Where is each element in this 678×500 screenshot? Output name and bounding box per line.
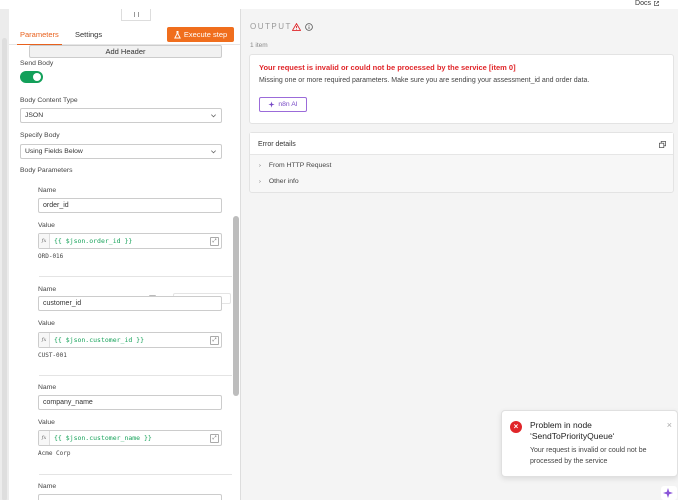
tab-settings[interactable]: Settings [75, 30, 102, 39]
send-body-toggle[interactable] [20, 71, 43, 83]
body-parameters-label: Body Parameters [20, 167, 73, 174]
error-toast: × Problem in node ‘SendToPriorityQueue‘ … [501, 410, 678, 477]
expression-result: Acme Corp [38, 450, 71, 457]
param-value-label: Value [38, 320, 55, 327]
error-card: Your request is invalid or could not be … [249, 54, 674, 124]
sparkle-icon [268, 101, 275, 108]
error-circle-icon: × [510, 421, 522, 433]
param-value-label: Value [38, 222, 55, 229]
tab-parameters[interactable]: Parameters [17, 30, 62, 45]
error-message: Missing one or more required parameters.… [259, 77, 590, 84]
expand-expression-icon[interactable]: ⤢ [210, 336, 219, 345]
error-details-title: Error details [258, 141, 296, 148]
param-name-input[interactable] [38, 494, 222, 500]
param-name-input[interactable]: order_id [38, 198, 222, 213]
expression-result: CUST-001 [38, 352, 67, 359]
body-content-type-select[interactable]: JSON [20, 108, 222, 123]
warning-icon [292, 23, 301, 31]
details-row-label: From HTTP Request [268, 162, 332, 169]
param-value-expression[interactable]: fx {{ $json.customer_id }} ⤢ [38, 332, 222, 348]
external-link-icon [654, 1, 659, 6]
close-icon[interactable]: × [667, 420, 672, 430]
left-scrollbar-thumb[interactable] [2, 38, 7, 500]
specify-body-value: Using Fields Below [25, 148, 83, 155]
execute-step-button[interactable]: Execute step [167, 27, 234, 42]
send-body-label: Send Body [20, 60, 54, 67]
param-name-label: Name [38, 286, 57, 293]
sparkle-icon [663, 488, 673, 498]
ai-assistant-button[interactable] [661, 486, 677, 500]
n8n-ai-label: n8n AI [278, 101, 298, 108]
expression-code: {{ $json.customer_name }} [54, 434, 152, 442]
param-name-input[interactable]: company_name [38, 395, 222, 410]
expression-code: {{ $json.order_id }} [54, 237, 133, 245]
param-name-label: Name [38, 483, 57, 490]
param-name-input[interactable]: customer_id [38, 296, 222, 311]
error-details-header: Error details [250, 133, 673, 155]
details-row-from-http-request[interactable]: › From HTTP Request [259, 162, 331, 169]
expand-expression-icon[interactable]: ⤢ [210, 434, 219, 443]
expression-code: {{ $json.customer_id }} [54, 336, 145, 344]
fx-icon: fx [39, 431, 50, 445]
fx-icon: fx [39, 333, 50, 347]
divider [39, 474, 232, 475]
error-title: Your request is invalid or could not be … [259, 63, 516, 72]
parameters-panel: Parameters Settings Execute step Add Hea… [9, 9, 241, 500]
output-title: OUTPUT [250, 22, 292, 31]
expand-expression-icon[interactable]: ⤢ [210, 237, 219, 246]
chevron-right-icon: › [259, 162, 261, 169]
docs-link[interactable]: Docs [635, 0, 660, 7]
specify-body-select[interactable]: Using Fields Below [20, 144, 222, 159]
chevron-down-icon [211, 150, 216, 154]
panel-tabs: Parameters Settings Execute step [9, 17, 240, 45]
execute-step-label: Execute step [183, 30, 228, 39]
details-row-label: Other info [268, 178, 299, 185]
specify-body-label: Specify Body [20, 132, 60, 139]
error-details-card: Error details › From HTTP Request › Othe… [249, 132, 674, 193]
panel-scrollbar-thumb[interactable] [233, 216, 239, 396]
chevron-right-icon: › [259, 178, 261, 185]
toast-message: Your request is invalid or could not be … [530, 447, 647, 465]
param-name-label: Name [38, 187, 57, 194]
chevron-down-icon [211, 114, 216, 118]
flask-icon [173, 30, 181, 38]
expression-result: ORD-016 [38, 253, 64, 260]
item-count: 1 item [250, 42, 268, 49]
n8n-ai-button[interactable]: n8n AI [259, 97, 307, 112]
info-icon[interactable] [305, 23, 313, 31]
param-name-label: Name [38, 384, 57, 391]
divider [39, 375, 232, 376]
fx-icon: fx [39, 234, 50, 248]
docs-label: Docs [635, 0, 651, 7]
add-header-button[interactable]: Add Header [29, 45, 222, 58]
body-content-type-label: Body Content Type [20, 97, 78, 104]
param-value-expression[interactable]: fx {{ $json.order_id }} ⤢ [38, 233, 222, 249]
divider [39, 276, 232, 277]
param-value-expression[interactable]: fx {{ $json.customer_name }} ⤢ [38, 430, 222, 446]
details-row-other-info[interactable]: › Other info [259, 178, 299, 185]
copy-icon[interactable] [659, 141, 666, 148]
param-value-label: Value [38, 419, 55, 426]
toast-title: Problem in node ‘SendToPriorityQueue‘ [530, 420, 615, 441]
body-content-type-value: JSON [25, 112, 44, 119]
top-bar: Docs [0, 0, 678, 9]
left-scroll-strip [0, 9, 9, 500]
